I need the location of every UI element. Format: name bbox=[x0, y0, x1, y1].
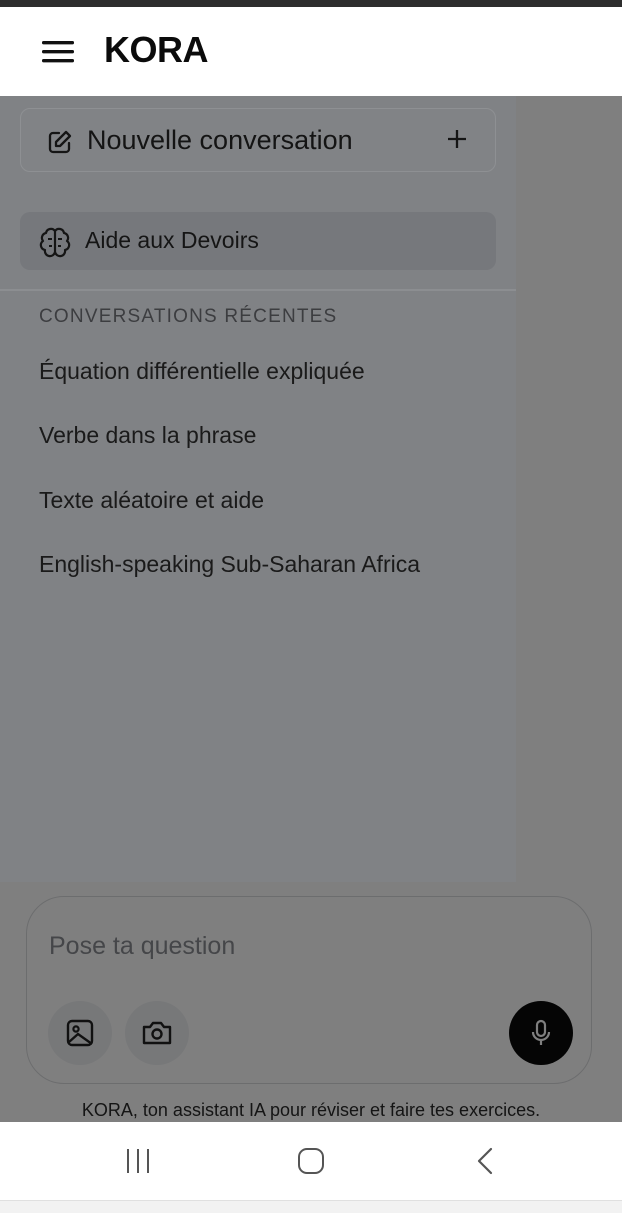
brain-icon bbox=[39, 227, 71, 258]
back-icon bbox=[477, 1147, 493, 1175]
new-conversation-button[interactable]: Nouvelle conversation bbox=[20, 108, 496, 172]
homework-help-item[interactable]: Aide aux Devoirs bbox=[20, 212, 496, 270]
side-drawer: Nouvelle conversation Aide aux Devoirs C… bbox=[0, 96, 516, 882]
app-title: KORA bbox=[104, 29, 209, 70]
recent-conversation-item[interactable]: Verbe dans la phrase bbox=[39, 422, 256, 449]
home-icon bbox=[298, 1148, 324, 1174]
edit-icon bbox=[48, 130, 72, 154]
recent-apps-icon bbox=[127, 1149, 149, 1173]
home-button[interactable] bbox=[297, 1146, 325, 1181]
recent-conversations-title: CONVERSATIONS RÉCENTES bbox=[39, 306, 338, 327]
menu-button[interactable] bbox=[38, 33, 78, 69]
new-conversation-label: Nouvelle conversation bbox=[87, 125, 353, 155]
plus-icon bbox=[448, 130, 466, 148]
bottom-edge bbox=[0, 1200, 622, 1213]
recent-conversation-item[interactable]: English-speaking Sub-Saharan Africa bbox=[39, 551, 420, 578]
system-navigation-bar bbox=[0, 1122, 622, 1200]
recent-apps-button[interactable] bbox=[124, 1146, 152, 1181]
status-bar bbox=[0, 0, 622, 7]
back-button[interactable] bbox=[473, 1146, 497, 1181]
recent-conversation-item[interactable]: Équation différentielle expliquée bbox=[39, 358, 365, 385]
homework-help-label: Aide aux Devoirs bbox=[85, 227, 259, 253]
drawer-divider bbox=[0, 289, 516, 291]
recent-conversation-item[interactable]: Texte aléatoire et aide bbox=[39, 487, 264, 514]
hamburger-menu-icon bbox=[42, 41, 74, 63]
app-header: KORA bbox=[0, 7, 622, 96]
